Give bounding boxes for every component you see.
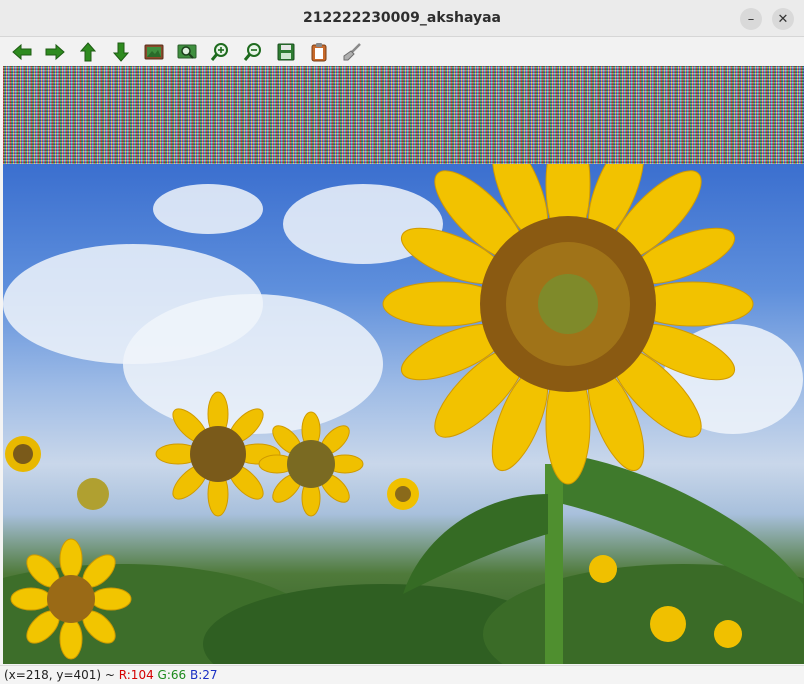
minimize-icon: –: [747, 11, 755, 27]
arrow-up-icon: [79, 42, 97, 62]
arrow-left-icon: [12, 43, 32, 61]
toolbar: [0, 37, 804, 66]
pan-right-button[interactable]: [43, 40, 67, 64]
save-button[interactable]: [274, 40, 298, 64]
clear-button[interactable]: [340, 40, 364, 64]
zoom-in-button[interactable]: [208, 40, 232, 64]
fit-image-button[interactable]: [142, 40, 166, 64]
arrow-down-icon: [112, 42, 130, 62]
zoom-in-icon: [210, 43, 228, 61]
title-bar: 212222230009_akshayaa – ✕: [0, 0, 804, 37]
window-title: 212222230009_akshayaa: [303, 10, 501, 26]
brush-icon: [343, 43, 361, 61]
pixel-green-value: G:66: [157, 668, 187, 682]
clipboard-icon: [311, 43, 327, 62]
pixel-blue-value: B:27: [190, 668, 218, 682]
pan-down-button[interactable]: [109, 40, 133, 64]
sunflower-image: [3, 164, 804, 664]
close-icon: ✕: [777, 11, 789, 27]
image-canvas[interactable]: [3, 66, 804, 664]
sunflower-field: [3, 164, 804, 664]
pan-left-button[interactable]: [10, 40, 34, 64]
arrow-right-icon: [45, 43, 65, 61]
minimize-button[interactable]: –: [740, 8, 762, 30]
noise-region: [3, 66, 804, 164]
status-bar: (x=218, y=401) ~ R:104 G:66 B:27: [0, 665, 804, 684]
zoom-region-button[interactable]: [175, 40, 199, 64]
pixel-red-value: R:104: [118, 668, 154, 682]
image-icon: [144, 44, 164, 60]
pan-up-button[interactable]: [76, 40, 100, 64]
zoom-out-icon: [243, 43, 261, 61]
cursor-coordinates: (x=218, y=401) ~: [4, 668, 119, 682]
zoom-out-button[interactable]: [241, 40, 265, 64]
image-zoom-icon: [177, 44, 197, 59]
copy-to-clipboard-button[interactable]: [307, 40, 331, 64]
close-button[interactable]: ✕: [772, 8, 794, 30]
save-icon: [277, 43, 295, 61]
image-viewer-window: 212222230009_akshayaa – ✕ (x=218, y=401)…: [0, 0, 804, 684]
